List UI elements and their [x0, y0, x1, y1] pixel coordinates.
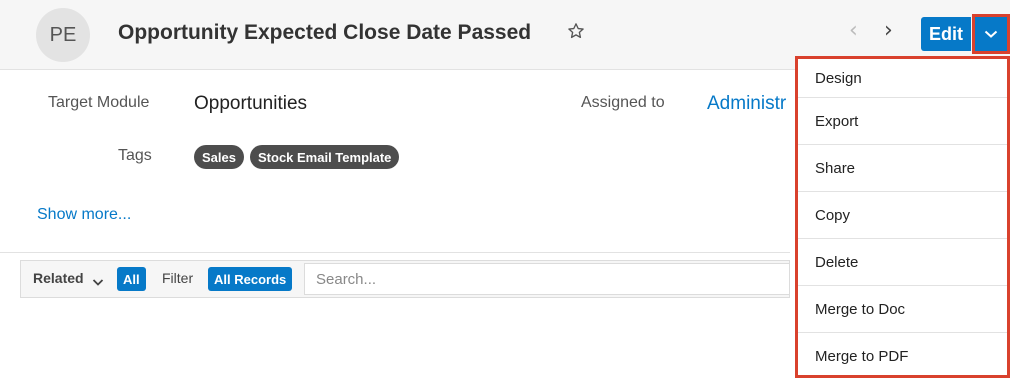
menu-item-merge-to-pdf[interactable]: Merge to PDF [798, 333, 1007, 375]
previous-record-icon[interactable]: ‹ [849, 20, 858, 42]
related-all-pill[interactable]: All [117, 267, 146, 291]
avatar: PE [36, 8, 90, 62]
chevron-down-icon[interactable] [92, 274, 104, 292]
assigned-to-link[interactable]: Administra [707, 93, 787, 115]
menu-item-delete[interactable]: Delete [798, 239, 1007, 286]
menu-item-design[interactable]: Design [798, 59, 1007, 98]
divider [0, 252, 790, 253]
tag-badge[interactable]: Stock Email Template [250, 145, 400, 169]
star-icon[interactable] [567, 22, 585, 44]
search-input[interactable] [304, 263, 790, 295]
actions-dropdown-menu: Design Export Share Copy Delete Merge to… [795, 56, 1010, 378]
menu-item-merge-to-doc[interactable]: Merge to Doc [798, 286, 1007, 333]
target-module-value: Opportunities [194, 93, 308, 114]
assigned-to-label: Assigned to [581, 94, 665, 111]
filter-label: Filter [162, 270, 194, 286]
menu-item-export[interactable]: Export [798, 98, 1007, 145]
actions-dropdown-button[interactable] [972, 14, 1010, 54]
tags-label: Tags [118, 147, 152, 164]
page-title: Opportunity Expected Close Date Passed [118, 21, 532, 44]
filter-all-records-pill[interactable]: All Records [208, 267, 293, 291]
show-more-link[interactable]: Show more... [37, 206, 131, 224]
next-record-icon[interactable]: › [884, 20, 893, 42]
menu-item-share[interactable]: Share [798, 145, 1007, 192]
menu-item-copy[interactable]: Copy [798, 192, 1007, 239]
related-dropdown[interactable]: Related [33, 270, 84, 286]
target-module-label: Target Module [48, 94, 150, 111]
tag-badge[interactable]: Sales [194, 145, 244, 169]
edit-button[interactable]: Edit [921, 17, 971, 51]
chevron-down-icon [984, 30, 998, 38]
